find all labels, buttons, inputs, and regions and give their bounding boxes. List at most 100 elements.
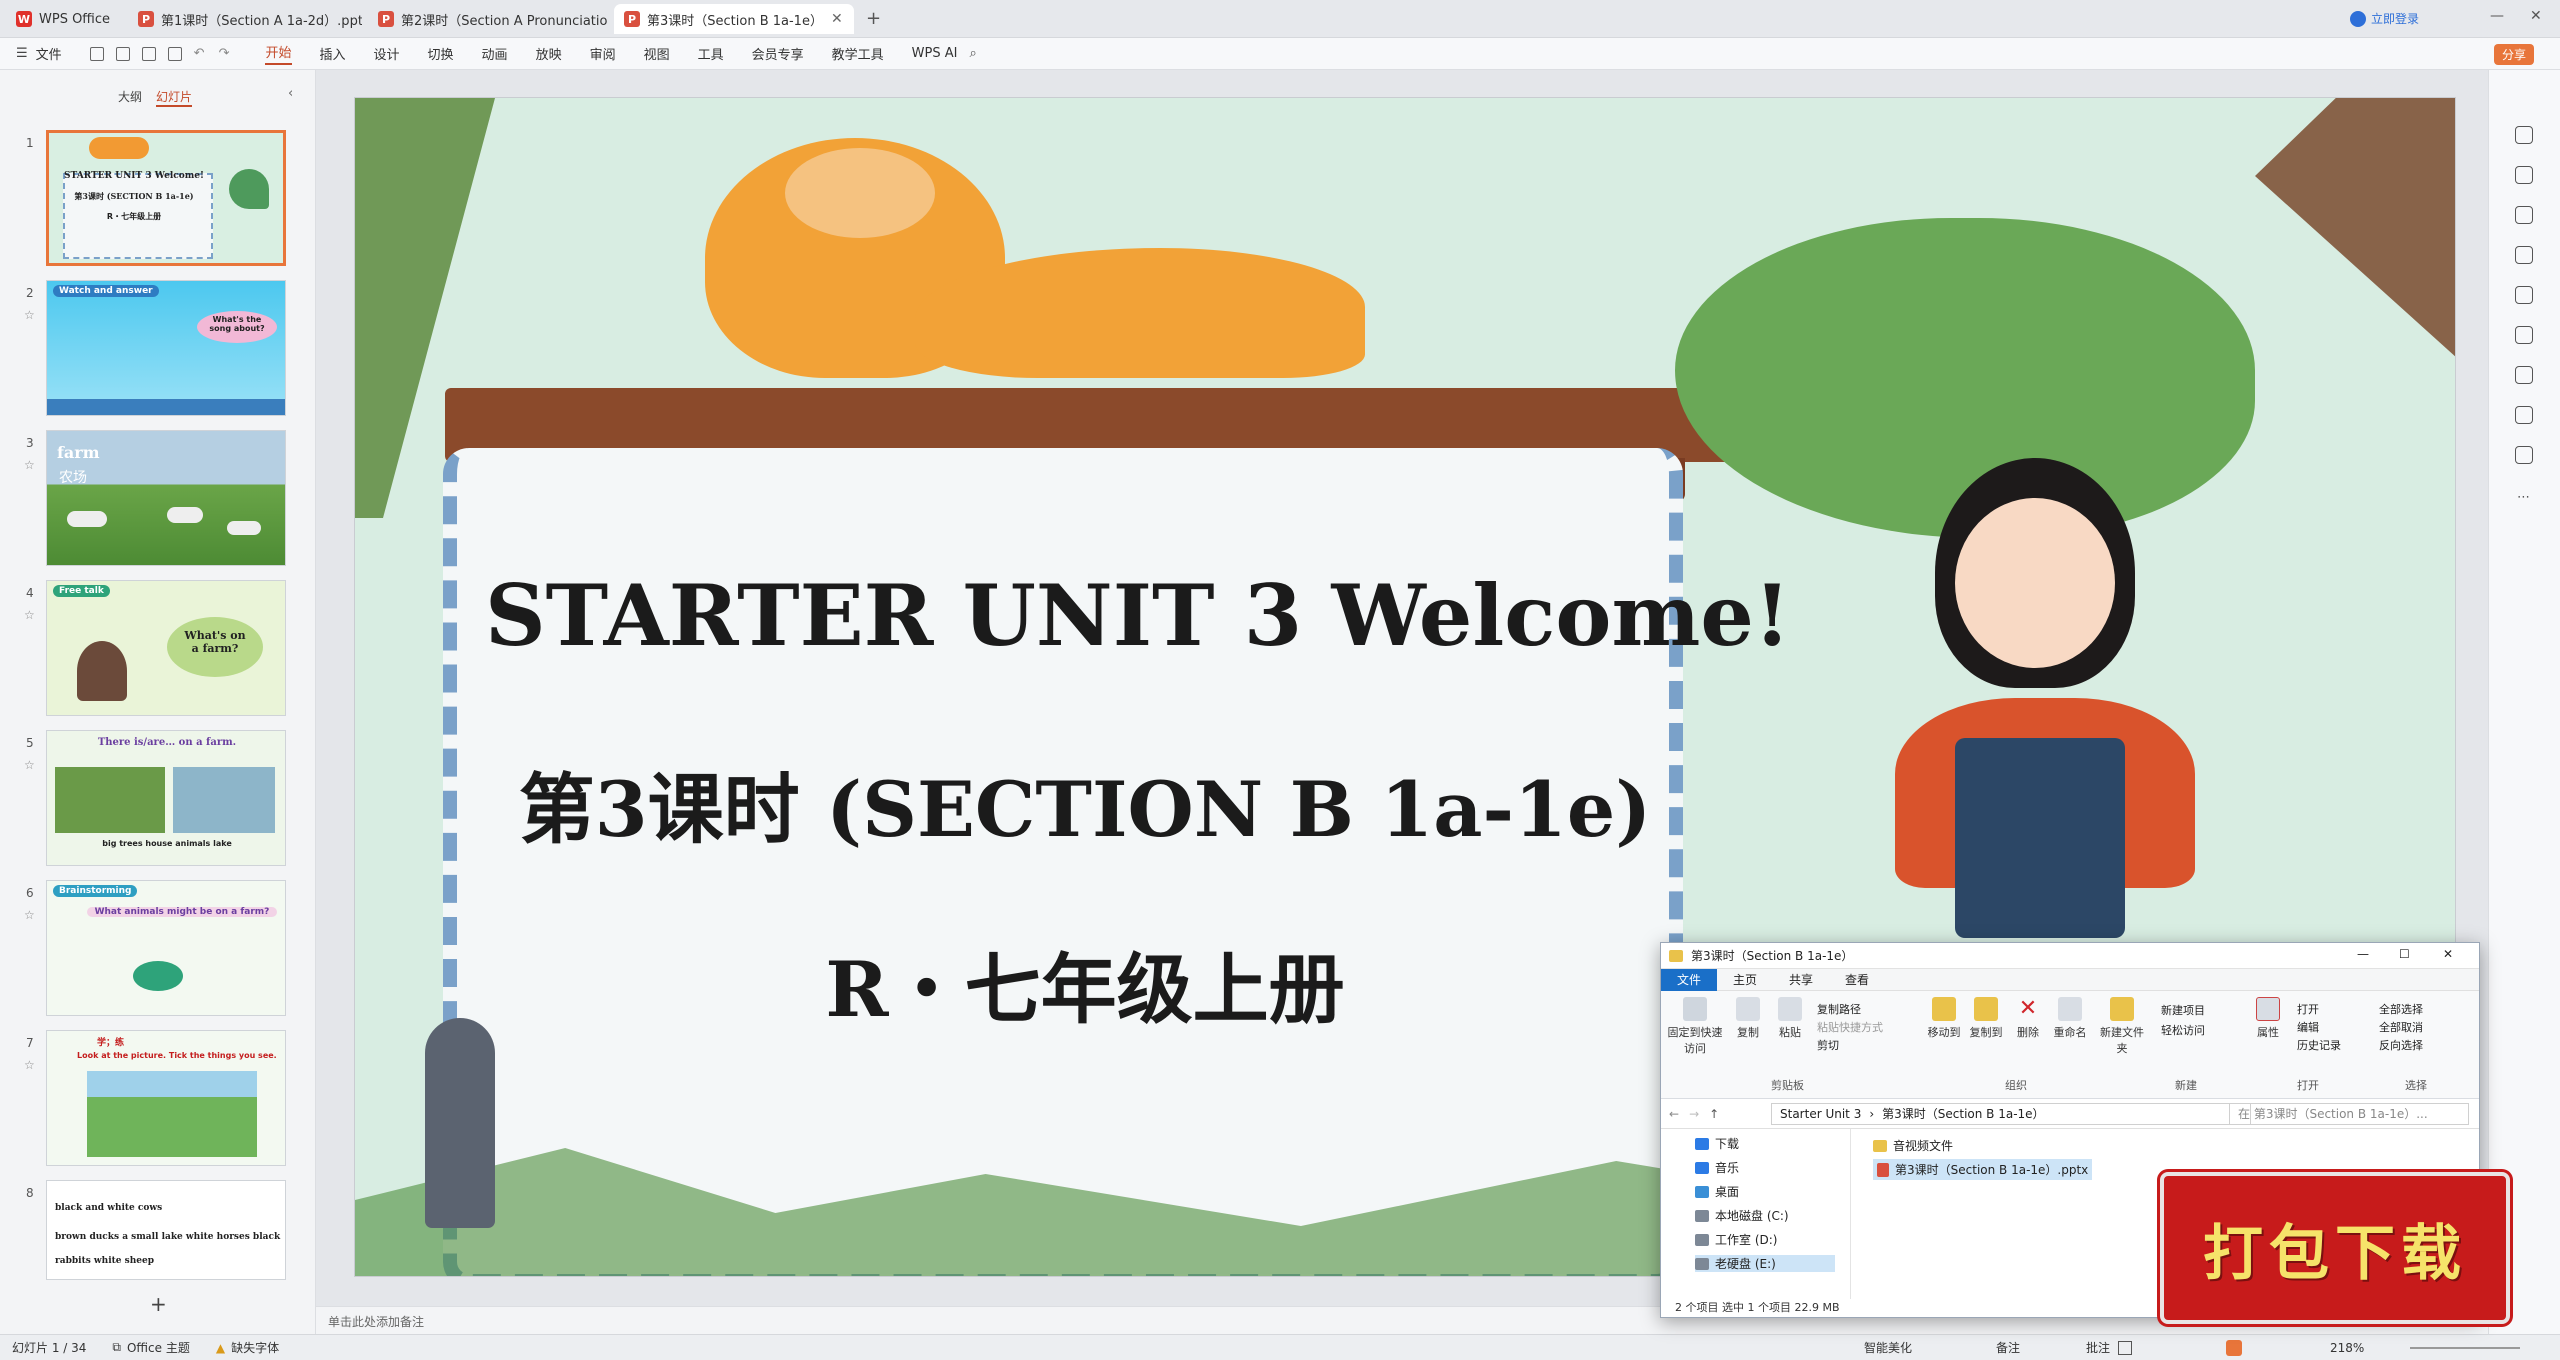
maximize-icon[interactable]: ☐ [2399,947,2410,961]
easy-access-button[interactable]: 轻松访问 [2161,1021,2205,1041]
select-none-button[interactable]: 全部取消 [2379,1019,2423,1037]
slide-thumbnail-1[interactable]: STARTER UNIT 3 Welcome! 第3课时 (SECTION B … [46,130,286,266]
star-icon[interactable]: ☆ [24,758,35,772]
star-icon[interactable] [2515,206,2533,224]
nav-drive-c[interactable]: 本地磁盘 (C:) [1695,1207,1789,1224]
comments-toggle[interactable]: 批注 [2086,1339,2110,1356]
normal-view-icon[interactable] [2118,1341,2132,1355]
explorer-tab-home[interactable]: 主页 [1717,969,1773,991]
slide-thumbnail-4[interactable]: Free talk What's on a farm? [46,580,286,716]
forward-icon[interactable]: → [1689,1107,1699,1121]
smart-beautify-button[interactable]: 智能美化 [1864,1339,1912,1356]
up-icon[interactable]: ↑ [1709,1107,1719,1121]
book-icon[interactable] [2515,366,2533,384]
settings-icon[interactable] [2515,406,2533,424]
slide-thumbnail-8[interactable]: black and white cows brown ducks a small… [46,1180,286,1280]
download-stamp[interactable]: 打包下载 [2160,1172,2510,1324]
ribbon-tab-transition[interactable]: 切换 [428,44,454,63]
edit-button[interactable]: 编辑 [2297,1019,2341,1037]
template-icon[interactable] [2515,286,2533,304]
explorer-tab-file[interactable]: 文件 [1661,968,1718,991]
open-button[interactable]: 打开 [2297,1001,2341,1019]
explorer-search-input[interactable]: 在 第3课时（Section B 1a-1e）... [2229,1102,2469,1125]
print-preview-icon[interactable] [167,46,182,61]
slide-thumbnail-5[interactable]: There is/are… on a farm. big trees house… [46,730,286,866]
hamburger-icon[interactable]: ☰ [16,46,28,61]
paste-shortcut-button[interactable]: 粘贴快捷方式 [1817,1019,1883,1037]
tab-outline[interactable]: 大纲 [118,88,142,105]
history-button[interactable]: 历史记录 [2297,1037,2341,1055]
explorer-tab-share[interactable]: 共享 [1773,969,1829,991]
star-icon[interactable]: ☆ [24,308,35,322]
help-icon[interactable] [2515,446,2533,464]
ribbon-tab-review[interactable]: 审阅 [590,44,616,63]
export-icon[interactable] [115,46,130,61]
tab-doc-3[interactable]: P 第3课时（Section B 1a-1e） ✕ [614,4,854,34]
paste-button[interactable]: 粘贴 [1767,997,1813,1040]
cut-button[interactable]: 剪切 [1817,1037,1883,1055]
minimize-icon[interactable]: — [2357,947,2369,961]
new-tab-icon[interactable]: + [866,8,881,29]
move-to-button[interactable]: 移动到 [1921,997,1967,1040]
slide-thumbnail-2[interactable]: Watch and answer What's the song about? [46,280,286,416]
select-all-button[interactable]: 全部选择 [2379,1001,2423,1019]
nav-downloads[interactable]: 下载 [1695,1135,1739,1152]
ribbon-tab-home[interactable]: 开始 [265,42,292,65]
tab-wps-office[interactable]: W WPS Office [6,4,124,34]
star-icon[interactable]: ☆ [24,908,35,922]
ribbon-tab-tools[interactable]: 工具 [698,44,724,63]
properties-icon[interactable] [2515,126,2533,144]
ribbon-tab-view[interactable]: 视图 [644,44,670,63]
save-icon[interactable] [89,46,104,61]
slide-title[interactable]: STARTER UNIT 3 Welcome! [485,566,1791,665]
ribbon-tab-slideshow[interactable]: 放映 [536,44,562,63]
notes-toggle[interactable]: 备注 [1996,1339,2020,1356]
missing-font-label[interactable]: 缺失字体 [231,1339,279,1356]
star-icon[interactable]: ☆ [24,458,35,472]
file-item-pptx[interactable]: 第3课时（Section B 1a-1e）.pptx [1873,1159,2093,1180]
pin-button[interactable]: 固定到快速访问 [1665,997,1725,1056]
file-item-folder[interactable]: 音视频文件 [1873,1137,1953,1154]
ribbon-tab-teaching[interactable]: 教学工具 [832,44,884,63]
slide-thumbnail-6[interactable]: Brainstorming What animals might be on a… [46,880,286,1016]
search-icon[interactable]: ⌕ [969,46,976,61]
tools-icon[interactable] [2515,326,2533,344]
address-bar[interactable]: Starter Unit 3 › 第3课时（Section B 1a-1e） [1771,1102,2251,1125]
wps-ai-button[interactable]: WPS AI [912,46,958,61]
ribbon-tab-member[interactable]: 会员专享 [752,44,804,63]
explorer-tab-view[interactable]: 查看 [1829,969,1885,991]
copy-to-button[interactable]: 复制到 [1963,997,2009,1040]
file-menu[interactable]: 文件 [36,44,62,63]
copy-icon[interactable] [2515,246,2533,264]
more-icon[interactable]: ⋯ [2517,490,2530,505]
delete-button[interactable]: ✕ 删除 [2005,997,2051,1040]
new-item-button[interactable]: 新建项目 [2161,1001,2205,1021]
slide-subtitle[interactable]: 第3课时 (SECTION B 1a-1e) [485,748,1685,858]
slide-thumbnail-3[interactable]: farm 农场 [46,430,286,566]
collapse-panel-icon[interactable]: ‹ [288,86,293,101]
add-slide-button[interactable]: + [150,1292,167,1316]
nav-drive-d[interactable]: 工作室 (D:) [1695,1231,1777,1248]
share-button[interactable]: 分享 [2494,44,2535,65]
close-icon[interactable]: ✕ [2443,947,2453,961]
print-icon[interactable] [141,46,156,61]
tab-doc-2[interactable]: P 第2课时（Section A Pronunciation [368,4,608,34]
zoom-slider[interactable] [2410,1347,2520,1349]
nav-desktop[interactable]: 桌面 [1695,1183,1739,1200]
invert-selection-button[interactable]: 反向选择 [2379,1037,2423,1055]
star-icon[interactable]: ☆ [24,608,35,622]
tab-doc-1[interactable]: P 第1课时（Section A 1a-2d）.pptx [128,4,362,34]
zoom-level[interactable]: 218% [2330,1341,2364,1355]
star-icon[interactable]: ☆ [24,1058,35,1072]
properties-button[interactable]: 属性 [2245,997,2291,1040]
ribbon-tab-design[interactable]: 设计 [374,44,400,63]
copy-path-button[interactable]: 复制路径 [1817,1001,1883,1019]
close-window-icon[interactable]: ✕ [2530,8,2542,24]
close-tab-icon[interactable]: ✕ [831,11,843,27]
nav-drive-e[interactable]: 老硬盘 (E:) [1695,1255,1835,1272]
slide-grade-label[interactable]: R・七年级上册 [485,928,1685,1038]
new-folder-button[interactable]: 新建文件夹 [2099,997,2145,1056]
login-button[interactable]: 立即登录 [2350,10,2419,27]
rename-button[interactable]: 重命名 [2047,997,2093,1040]
tab-slides[interactable]: 幻灯片 [156,88,193,107]
